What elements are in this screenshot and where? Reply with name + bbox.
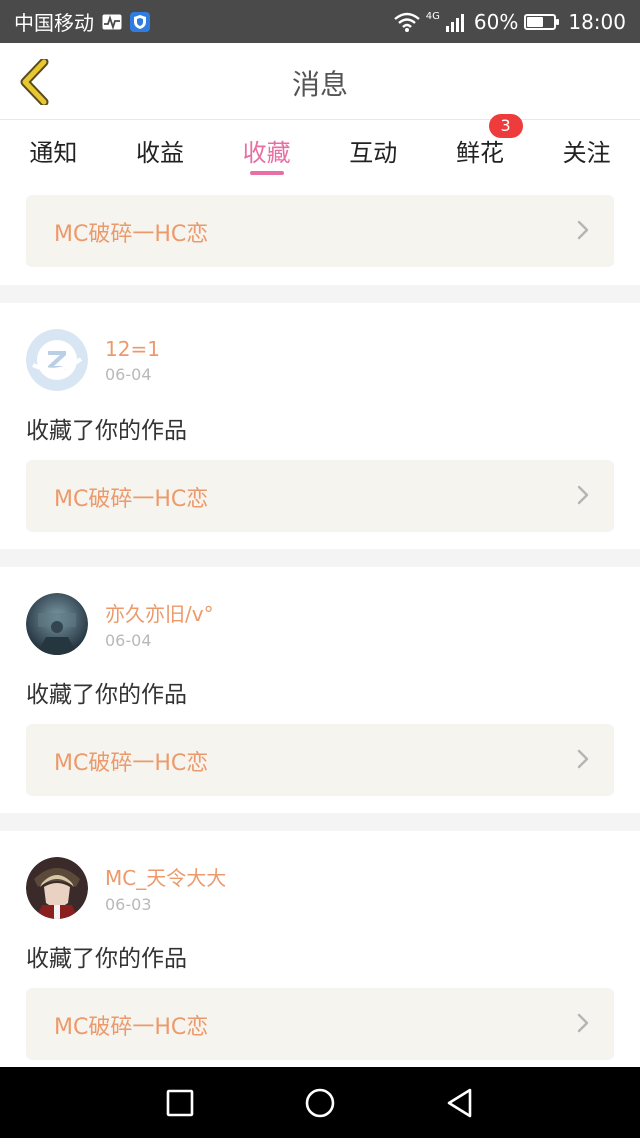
action-text: 收藏了你的作品: [26, 418, 187, 444]
message-date: 06-03: [105, 895, 152, 914]
notification-badge: 3: [488, 114, 523, 138]
tab-flowers[interactable]: 鲜花 3: [427, 114, 534, 185]
home-icon: [305, 1088, 335, 1117]
work-title: MC破碎一HC恋: [54, 751, 209, 776]
message-card: 12=1 06-04 收藏了你的作品 MC破碎一HC恋: [0, 303, 640, 549]
status-bar: 中国移动 4G 60% 18:00: [0, 0, 640, 43]
work-link[interactable]: MC破碎一HC恋: [26, 988, 614, 1060]
action-text: 收藏了你的作品: [26, 682, 187, 708]
action-text: 收藏了你的作品: [26, 946, 187, 972]
tab-bar: 通知 收益 收藏 互动 鲜花 3 关注: [0, 114, 640, 185]
photo-avatar[interactable]: [26, 593, 88, 655]
tab-label: 互动: [349, 139, 398, 167]
work-title: MC破碎一HC恋: [54, 487, 209, 512]
tab-label: 关注: [562, 139, 611, 167]
section-divider: [0, 813, 640, 831]
work-title: MC破碎一HC恋: [54, 1015, 209, 1040]
tab-notifications[interactable]: 通知: [0, 121, 107, 185]
chevron-right-icon: [577, 1013, 589, 1033]
work-link[interactable]: MC破碎一HC恋: [26, 195, 614, 267]
tab-interactions[interactable]: 互动: [320, 121, 427, 185]
tab-earnings[interactable]: 收益: [107, 121, 214, 185]
message-date: 06-04: [105, 364, 152, 384]
app-header: 消息: [0, 43, 640, 120]
anime-avatar[interactable]: [26, 857, 88, 919]
message-feed[interactable]: MC破碎一HC恋 12=1 06-04 收藏了你的作品 MC破碎一HC恋 亦久亦…: [0, 185, 640, 1067]
active-tab-indicator: [249, 171, 284, 175]
chevron-right-icon: [577, 749, 589, 769]
network-type-label: 4G: [425, 11, 440, 22]
activity-icon: [102, 14, 122, 30]
username[interactable]: MC_天令大大: [105, 862, 226, 891]
back-icon: [447, 1088, 472, 1117]
signal-icon: [445, 12, 468, 32]
recent-apps-icon: [166, 1089, 194, 1116]
chevron-right-icon: [577, 485, 589, 505]
tab-favorites[interactable]: 收藏: [213, 121, 320, 185]
recent-apps-button[interactable]: [156, 1079, 204, 1127]
battery-level-fill: [527, 16, 543, 27]
tab-label: 收益: [135, 139, 184, 167]
system-nav-bar: [0, 1067, 640, 1138]
battery-percent: 60%: [473, 9, 519, 34]
section-divider: [0, 549, 640, 567]
clock: 18:00: [568, 9, 626, 34]
tab-label: 通知: [29, 139, 78, 167]
chevron-right-icon: [577, 220, 589, 240]
home-button[interactable]: [296, 1079, 344, 1127]
username[interactable]: 亦久亦旧/v°: [105, 598, 214, 627]
carrier-label: 中国移动: [14, 11, 94, 35]
message-card: 亦久亦旧/v° 06-04 收藏了你的作品 MC破碎一HC恋: [0, 567, 640, 813]
tab-label: 收藏: [242, 139, 291, 167]
battery-icon: [524, 13, 560, 30]
message-card: MC_天令大大 06-03 收藏了你的作品 MC破碎一HC恋: [0, 831, 640, 1067]
tab-follows[interactable]: 关注: [533, 121, 640, 185]
default-avatar-icon[interactable]: [26, 329, 88, 391]
system-back-button[interactable]: [436, 1079, 484, 1127]
tab-label: 鲜花: [455, 139, 504, 167]
work-title: MC破碎一HC恋: [54, 222, 209, 247]
message-date: 06-04: [105, 631, 152, 650]
section-divider: [0, 285, 640, 303]
work-link[interactable]: MC破碎一HC恋: [26, 724, 614, 796]
page-title: 消息: [291, 68, 348, 101]
work-link[interactable]: MC破碎一HC恋: [26, 460, 614, 532]
message-card: MC破碎一HC恋: [0, 185, 640, 285]
username[interactable]: 12=1: [105, 337, 160, 361]
wifi-icon: [394, 12, 420, 32]
shield-icon: [130, 11, 150, 32]
